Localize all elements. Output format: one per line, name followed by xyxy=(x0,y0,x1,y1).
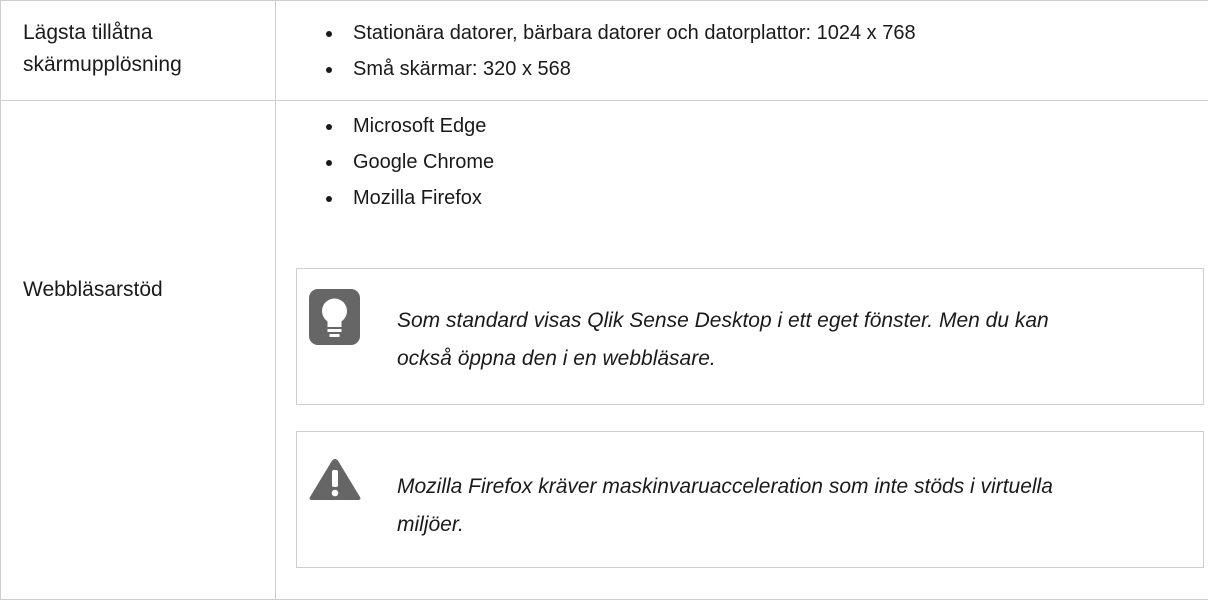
list-item: Små skärmar: 320 x 568 xyxy=(296,52,1208,87)
lightbulb-icon xyxy=(309,289,360,345)
row-label-text: Webbläsarstöd xyxy=(23,278,163,301)
row-label-text: Lägsta tillåtna skärmupplösning xyxy=(23,21,182,76)
list-item: Microsoft Edge xyxy=(296,109,1208,144)
list-item: Stationära datorer, bärbara datorer och … xyxy=(296,16,1208,51)
tip-text: Som standard visas Qlik Sense Desktop i … xyxy=(397,302,1097,378)
row-label-screen-resolution: Lägsta tillåtna skärmupplösning xyxy=(1,1,276,101)
warning-note: Mozilla Firefox kräver maskinvaruacceler… xyxy=(296,431,1204,568)
row-label-browser-support: Webbläsarstöd xyxy=(1,101,276,600)
table-row-screen-resolution: Lägsta tillåtna skärmupplösning Stationä… xyxy=(1,1,1208,101)
browser-list: Microsoft Edge Google Chrome Mozilla Fir… xyxy=(296,109,1208,216)
warning-icon xyxy=(308,456,362,502)
resolution-list: Stationära datorer, bärbara datorer och … xyxy=(296,16,1208,87)
row-content-screen-resolution: Stationära datorer, bärbara datorer och … xyxy=(276,1,1208,101)
warning-text: Mozilla Firefox kräver maskinvaruacceler… xyxy=(397,468,1097,544)
list-item: Mozilla Firefox xyxy=(296,181,1208,216)
list-item: Google Chrome xyxy=(296,145,1208,180)
tip-note: Som standard visas Qlik Sense Desktop i … xyxy=(296,268,1204,405)
